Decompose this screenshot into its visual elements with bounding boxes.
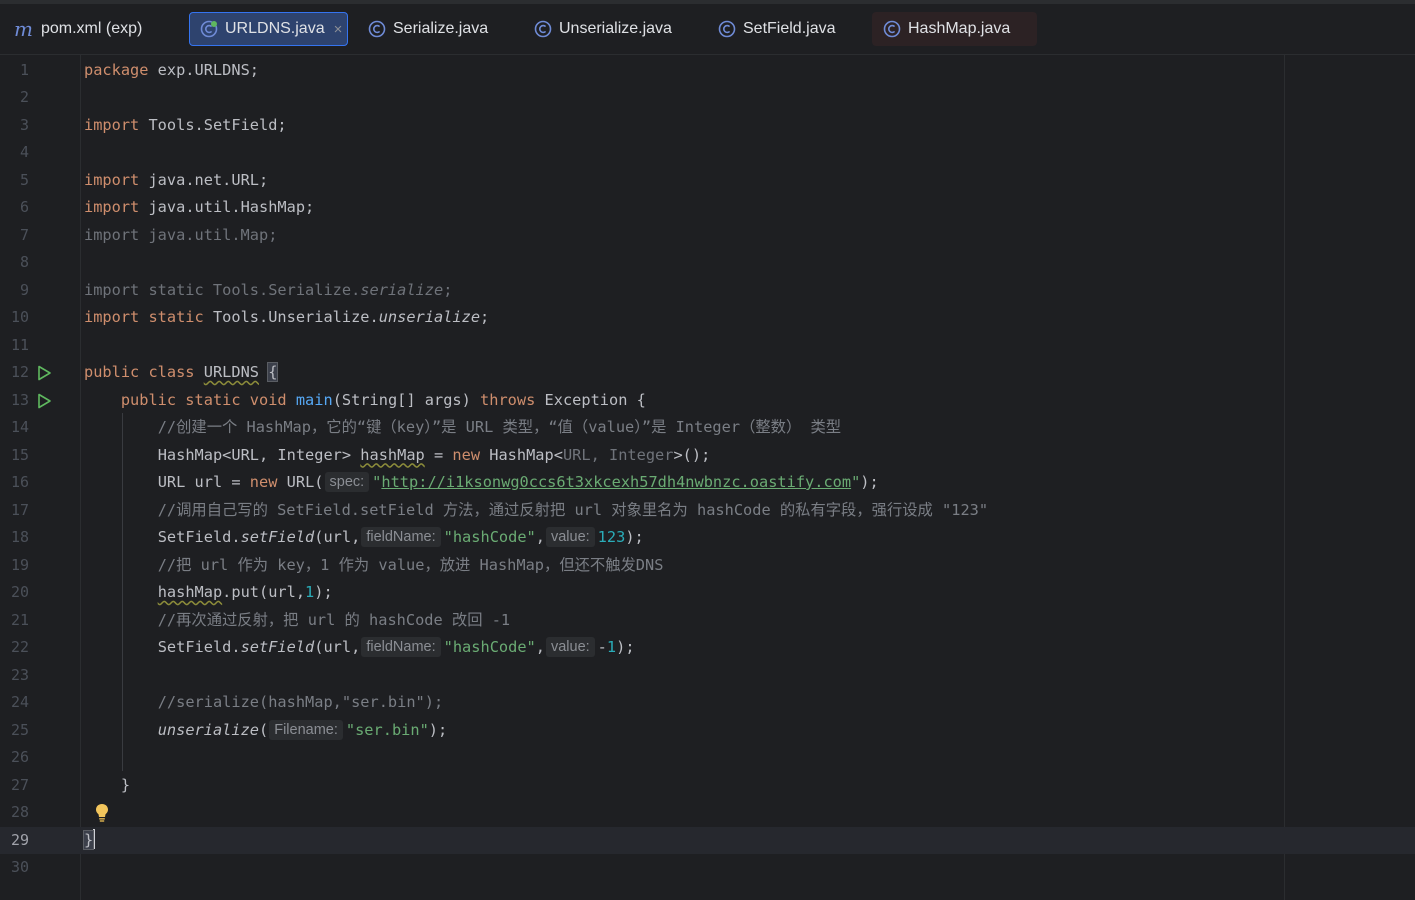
- line-number: 11: [10, 335, 29, 354]
- maven-icon: m: [14, 17, 33, 41]
- code-line-4[interactable]: 4: [0, 139, 1415, 167]
- code-line-9[interactable]: 9 import static Tools.Serialize.serializ…: [0, 277, 1415, 305]
- line-number: 23: [10, 665, 29, 684]
- tab-label: URLDNS.java: [225, 20, 325, 37]
- line-number: 28: [10, 803, 29, 821]
- tab-pom-xml[interactable]: m pom.xml (exp): [14, 12, 142, 46]
- tab-label: Unserialize.java: [559, 20, 672, 37]
- editor-tab-bar: m pom.xml (exp) URLDNS.java × Serialize.…: [0, 0, 1415, 55]
- java-class-icon: [368, 20, 386, 38]
- line-number: 12: [10, 363, 29, 381]
- line-number: 2: [19, 88, 29, 106]
- line-number: 7: [19, 225, 29, 244]
- code-line-27[interactable]: 27 }: [0, 772, 1415, 800]
- code-line-12[interactable]: 12 public class URLDNS {: [0, 359, 1415, 387]
- code-line-8[interactable]: 8: [0, 249, 1415, 277]
- code-line-26[interactable]: 26: [0, 744, 1415, 772]
- line-number: 6: [19, 198, 29, 216]
- line-number: 29: [10, 830, 29, 849]
- tab-urldns-java[interactable]: URLDNS.java ×: [189, 12, 348, 46]
- code-line-11[interactable]: 11: [0, 332, 1415, 360]
- line-number: 16: [10, 473, 29, 491]
- code-line-30[interactable]: 30: [0, 854, 1415, 882]
- line-number: 17: [10, 500, 29, 519]
- tab-setfield-java[interactable]: SetField.java: [718, 12, 836, 46]
- line-number: 8: [19, 253, 29, 271]
- code-line-6[interactable]: 6 import java.util.HashMap;: [0, 194, 1415, 222]
- code-line-15[interactable]: 15 HashMap<URL, Integer> hashMap = new H…: [0, 442, 1415, 470]
- java-class-icon: [718, 20, 736, 38]
- code-line-3[interactable]: 3 import Tools.SetField;: [0, 112, 1415, 140]
- text-caret: [93, 828, 96, 849]
- lightbulb-icon[interactable]: [94, 803, 110, 823]
- line-number: 30: [10, 858, 29, 876]
- code-line-18[interactable]: 18 SetField.setField(url, fieldName: "hash…: [0, 524, 1415, 552]
- code-line-7[interactable]: 7 import java.util.Map;: [0, 222, 1415, 250]
- code-line-10[interactable]: 10 import static Tools.Unserialize.unser…: [0, 304, 1415, 332]
- tab-label: SetField.java: [743, 20, 836, 37]
- code-line-21[interactable]: 21 //再次通过反射，把 url 的 hashCode 改回 -1: [0, 607, 1415, 635]
- line-number: 19: [10, 555, 29, 574]
- tab-label: HashMap.java: [908, 20, 1011, 37]
- ide-window: m pom.xml (exp) URLDNS.java × Serialize.…: [0, 0, 1415, 900]
- code-line-13[interactable]: 13 public static void main(String[] args…: [0, 387, 1415, 415]
- line-number: 22: [10, 638, 29, 656]
- code-line-14[interactable]: 14 //创建一个 HashMap，它的“键（key）”是 URL 类型，“值（…: [0, 414, 1415, 442]
- parameter-hint: fieldName:: [361, 637, 441, 657]
- code-line-25[interactable]: 25 unserialize(Filename: "ser.bin");: [0, 717, 1415, 745]
- java-class-icon: [883, 20, 901, 38]
- line-number: 14: [10, 418, 29, 436]
- run-icon[interactable]: [36, 365, 52, 381]
- line-number: 10: [10, 308, 29, 326]
- code-line-29[interactable]: 29 }: [0, 826, 1415, 854]
- code-editor[interactable]: 1 package exp.URLDNS; 2 3 import Tools.S…: [0, 55, 1415, 900]
- code-line-16[interactable]: 16 URL url = new URL(spec: "http://i1kson…: [0, 469, 1415, 497]
- line-number: 25: [10, 720, 29, 739]
- parameter-hint: fieldName:: [361, 527, 441, 547]
- line-number: 20: [10, 583, 29, 601]
- java-class-icon: [534, 20, 552, 38]
- code-line-1[interactable]: 1 package exp.URLDNS;: [0, 57, 1415, 85]
- code-line-23[interactable]: 23: [0, 662, 1415, 690]
- code-line-17[interactable]: 17 //调用自己写的 SetField.setField 方法，通过反射把 u…: [0, 497, 1415, 525]
- parameter-hint: value:: [545, 637, 595, 657]
- tab-label: pom.xml (exp): [40, 20, 143, 37]
- code-line-2[interactable]: 2: [0, 84, 1415, 112]
- tab-unserialize-java[interactable]: Unserialize.java: [534, 12, 672, 46]
- line-number: 13: [10, 390, 29, 409]
- code-line-22[interactable]: 22 SetField.setField(url, fieldName: "hash…: [0, 634, 1415, 662]
- line-number: 15: [10, 445, 29, 464]
- code-line-28[interactable]: 28: [0, 799, 1415, 827]
- line-number: 21: [10, 610, 29, 629]
- code-line-5[interactable]: 5 import java.net.URL;: [0, 167, 1415, 195]
- line-number: 18: [10, 528, 29, 546]
- line-number: 1: [19, 60, 29, 79]
- line-number: 26: [10, 748, 29, 766]
- line-number: 24: [10, 693, 29, 711]
- line-number: 4: [19, 143, 29, 161]
- code-line-20[interactable]: 20 hashMap.put(url,1);: [0, 579, 1415, 607]
- line-number: 3: [19, 115, 29, 134]
- code-line-19[interactable]: 19 //把 url 作为 key，1 作为 value，放进 HashMap，…: [0, 552, 1415, 580]
- tab-serialize-java[interactable]: Serialize.java: [368, 12, 488, 46]
- tab-label: Serialize.java: [393, 20, 489, 37]
- tab-hashmap-java[interactable]: HashMap.java: [872, 12, 1037, 46]
- java-class-icon: [200, 20, 218, 38]
- parameter-hint: spec:: [324, 472, 370, 492]
- parameter-hint: Filename:: [269, 719, 343, 740]
- line-number: 5: [19, 170, 29, 189]
- close-icon[interactable]: ×: [334, 21, 343, 38]
- url-link[interactable]: http://i1ksonwg0ccs6t3xkcexh57dh4nwbnzc.…: [381, 473, 851, 491]
- parameter-hint: value:: [545, 527, 595, 547]
- run-icon[interactable]: [36, 393, 52, 409]
- line-number: 9: [19, 280, 29, 299]
- line-number: 27: [10, 775, 29, 794]
- code-line-24[interactable]: 24 //serialize(hashMap,"ser.bin");: [0, 689, 1415, 717]
